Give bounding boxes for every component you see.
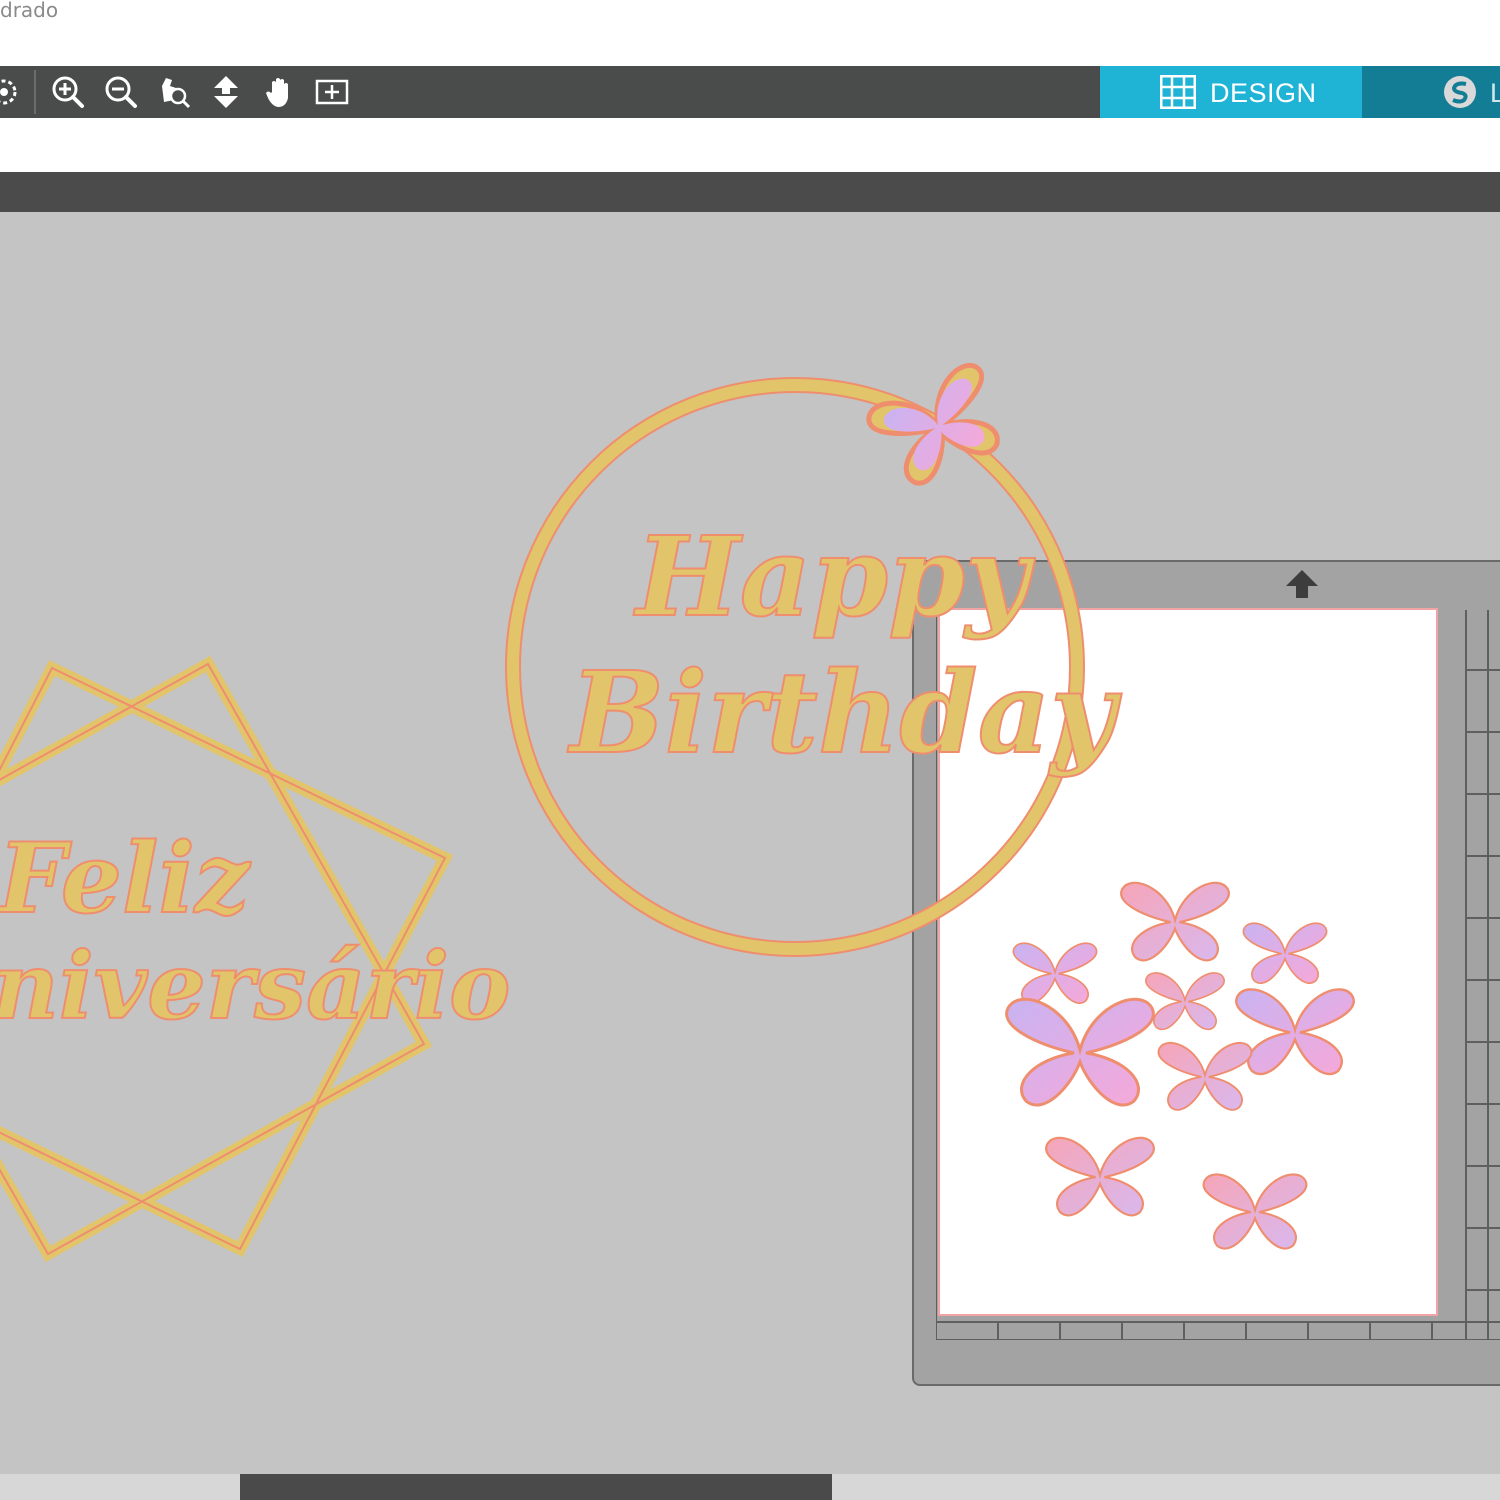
tab-next[interactable]: L xyxy=(1362,66,1500,118)
scrollbar-thumb[interactable] xyxy=(240,1474,832,1500)
tab-next-label: L xyxy=(1490,78,1500,108)
pan-hand-icon[interactable] xyxy=(262,74,298,110)
feed-arrow-icon xyxy=(1286,570,1318,598)
zoom-out-icon[interactable] xyxy=(103,74,139,110)
media-area xyxy=(938,608,1438,1316)
select-all-icon[interactable] xyxy=(0,74,22,110)
silhouette-logo-icon xyxy=(1444,76,1476,108)
fit-to-page-icon[interactable] xyxy=(314,74,350,110)
zoom-to-selection-icon[interactable] xyxy=(156,74,192,110)
window-title: drado xyxy=(0,0,59,22)
zoom-in-icon[interactable] xyxy=(50,74,86,110)
tab-design[interactable]: DESIGN xyxy=(1100,66,1362,118)
toolbar-separator xyxy=(34,70,36,114)
title-bar: drado xyxy=(0,0,1500,66)
ruler-bar xyxy=(0,172,1500,212)
grid-icon xyxy=(1160,75,1196,109)
horizontal-scrollbar[interactable] xyxy=(0,1474,1500,1500)
tab-design-label: DESIGN xyxy=(1210,78,1317,108)
options-bar xyxy=(0,118,1500,172)
drag-to-zoom-icon[interactable] xyxy=(208,74,244,110)
